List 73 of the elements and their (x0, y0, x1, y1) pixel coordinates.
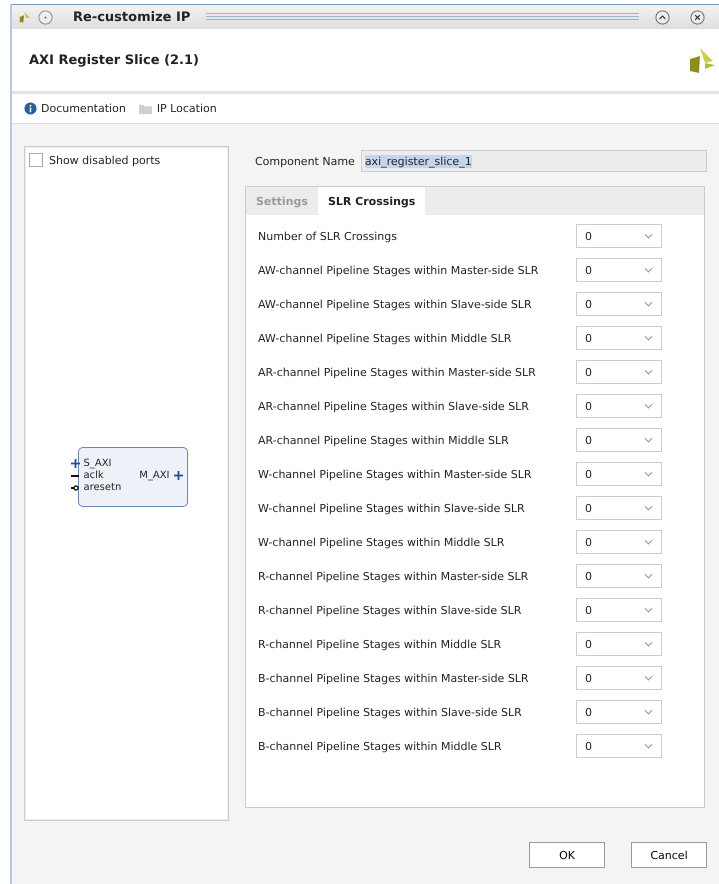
chevron-down-icon (644, 641, 653, 647)
parameter-label: R-channel Pipeline Stages within Middle SLR (258, 638, 502, 650)
chevron-down-icon (644, 369, 653, 375)
dropdown[interactable]: 0 (576, 326, 662, 350)
parameter-label: AW-channel Pipeline Stages within Master-side SLR (258, 264, 538, 276)
checkbox[interactable] (29, 153, 43, 167)
parameter-label: R-channel Pipeline Stages within Master-side SLR (258, 570, 528, 582)
ip-location-link[interactable]: IP Location (138, 102, 217, 115)
folder-icon (138, 102, 153, 114)
chevron-down-icon (644, 505, 653, 511)
dropdown[interactable]: 0 (576, 224, 662, 248)
bus-plus-icon (174, 471, 182, 480)
checkbox-label: Show disabled ports (49, 154, 160, 166)
chevron-down-icon (644, 539, 653, 545)
parameter-label: W-channel Pipeline Stages within Middle SLR (258, 536, 504, 548)
chevron-down-icon (644, 573, 653, 579)
parameter-label: B-channel Pipeline Stages within Master-side SLR (258, 672, 529, 684)
dropdown[interactable]: 0 (576, 700, 662, 724)
parameter-label: AW-channel Pipeline Stages within Slave-side SLR (258, 298, 532, 310)
dropdown[interactable]: 0 (576, 734, 662, 758)
dropdown[interactable]: 0 (576, 530, 662, 554)
logo-icon (687, 45, 717, 75)
component-name-field[interactable]: axi_register_slice_1 (360, 150, 707, 172)
chevron-down-icon (644, 403, 653, 409)
chevron-down-icon (644, 335, 653, 341)
dropdown[interactable]: 0 (576, 632, 662, 656)
dialog-button[interactable]: OK (529, 842, 605, 868)
close-icon[interactable] (690, 10, 705, 24)
ip-title: AXI Register Slice (2.1) (29, 52, 199, 68)
chevron-down-icon (644, 267, 653, 273)
dropdown[interactable]: 0 (576, 394, 662, 418)
window-title: Re-customize IP (73, 10, 190, 24)
tab[interactable]: SLR Crossings (318, 187, 426, 215)
chevron-down-icon (644, 437, 653, 443)
dropdown[interactable]: 0 (576, 258, 662, 282)
port-name: S_AXI (84, 458, 112, 469)
chevron-down-icon (644, 743, 653, 749)
parameter-label: AR-channel Pipeline Stages within Master-side SLR (258, 366, 536, 378)
port-name: aclk (84, 470, 104, 481)
dropdown[interactable]: 0 (576, 564, 662, 588)
chevron-down-icon (644, 675, 653, 681)
parameter-label: AR-channel Pipeline Stages within Slave-side SLR (258, 400, 529, 412)
field-label: Component Name (255, 154, 355, 168)
collapse-icon[interactable] (655, 10, 670, 24)
parameter-label: Number of SLR Crossings (258, 230, 397, 242)
port-name: aresetn (84, 482, 122, 493)
logo-icon (18, 10, 32, 24)
parameter-label: W-channel Pipeline Stages within Master-side SLR (258, 468, 532, 480)
dialog-button[interactable]: Cancel (631, 842, 707, 868)
chevron-down-icon (644, 607, 653, 613)
bus-plus-icon (70, 459, 80, 468)
dropdown[interactable]: 0 (576, 428, 662, 452)
dropdown[interactable]: 0 (576, 292, 662, 316)
parameter-label: B-channel Pipeline Stages within Slave-side SLR (258, 706, 522, 718)
chevron-down-icon (644, 301, 653, 307)
dropdown[interactable]: 0 (576, 666, 662, 690)
dropdown[interactable]: 0 (576, 360, 662, 384)
info-icon (24, 102, 37, 115)
parameter-label: B-channel Pipeline Stages within Middle SLR (258, 740, 502, 752)
parameter-label: R-channel Pipeline Stages within Slave-side SLR (258, 604, 522, 616)
chevron-down-icon (644, 233, 653, 239)
parameter-label: W-channel Pipeline Stages within Slave-side SLR (258, 502, 525, 514)
chevron-down-icon (644, 709, 653, 715)
documentation-link[interactable]: Documentation (24, 102, 126, 115)
dropdown[interactable]: 0 (576, 462, 662, 486)
inverted-pin-icon (70, 484, 78, 490)
chevron-down-icon (644, 471, 653, 477)
parameter-label: AR-channel Pipeline Stages within Middle SLR (258, 434, 509, 446)
port-name: M_AXI (139, 470, 170, 481)
menu-icon[interactable] (38, 10, 53, 24)
dropdown[interactable]: 0 (576, 598, 662, 622)
parameter-label: AW-channel Pipeline Stages within Middle SLR (258, 332, 512, 344)
dropdown[interactable]: 0 (576, 496, 662, 520)
